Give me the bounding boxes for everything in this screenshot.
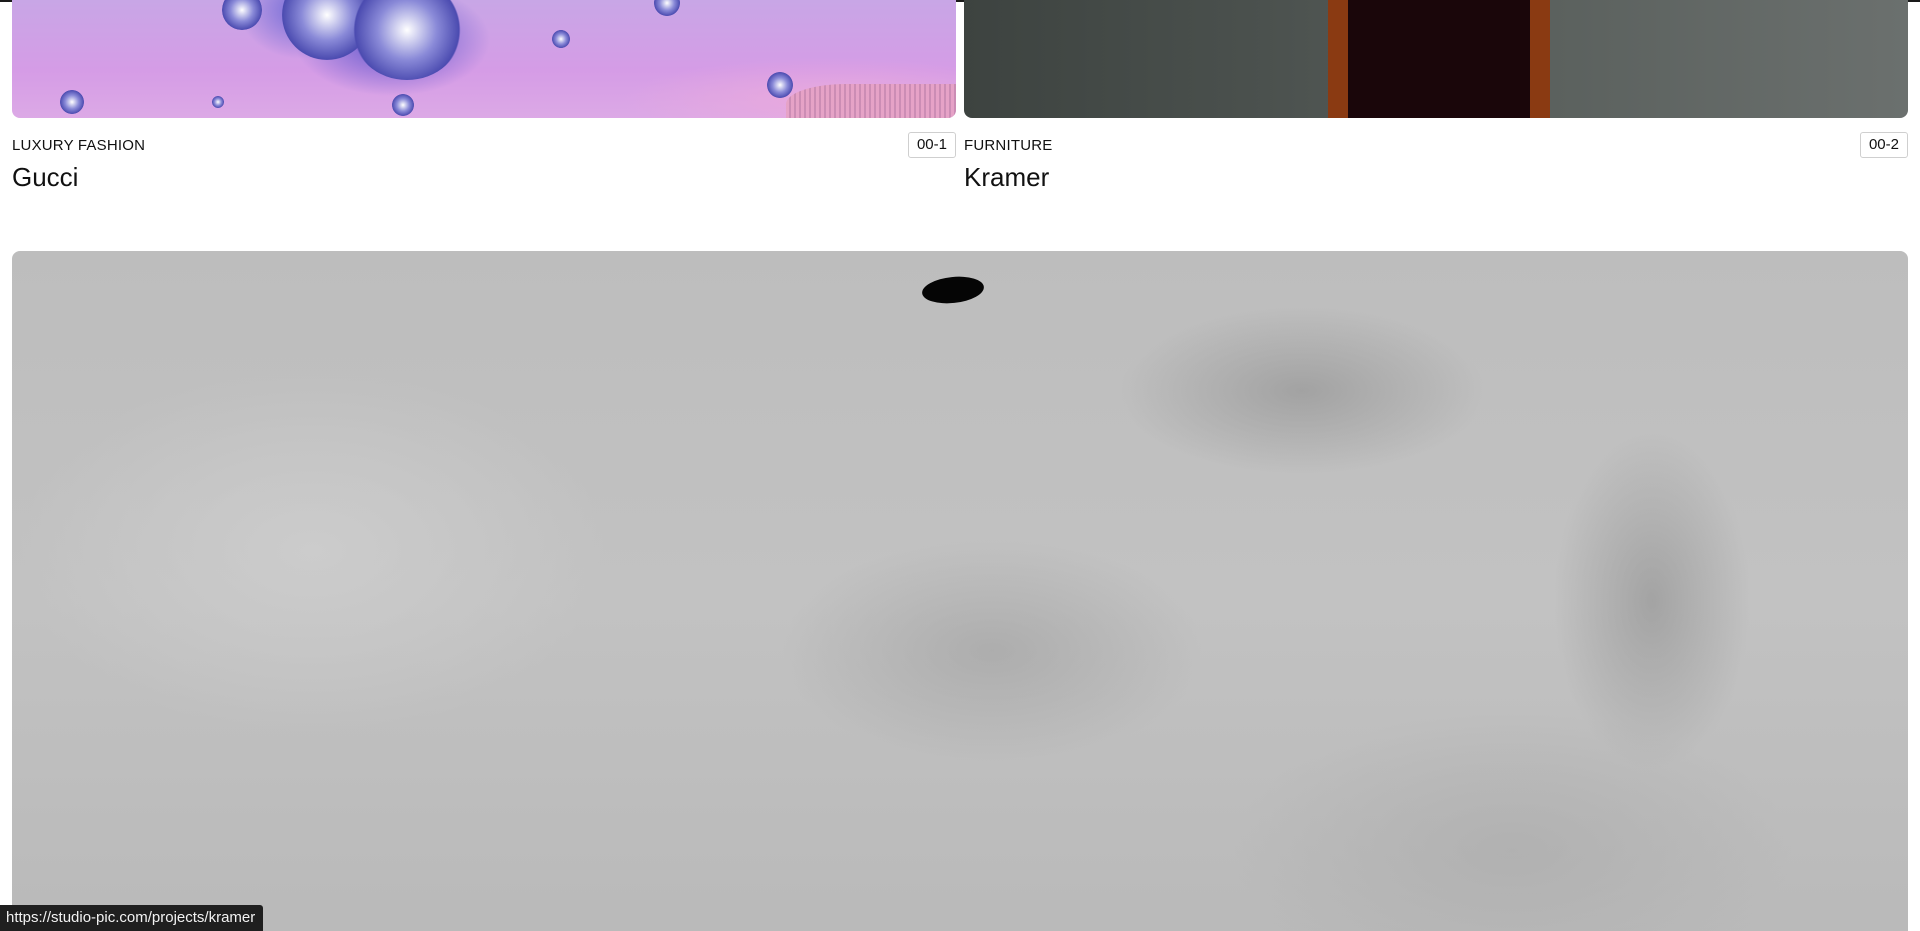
link-preview-status-bar: https://studio-pic.com/projects/kramer [0,905,264,931]
flower-decoration [654,0,680,16]
project-thumbnail-kramer[interactable] [964,0,1908,118]
project-card-kramer[interactable]: FURNITURE 00-2 Kramer [964,0,1908,193]
project-meta-row: LUXURY FASHION 00-1 [12,132,956,166]
doorway-decoration [1328,0,1550,118]
project-title[interactable]: Gucci [12,162,956,193]
flower-decoration [60,90,84,114]
flower-decoration [767,72,793,98]
project-index-badge: 00-1 [907,132,956,158]
flower-decoration [222,0,262,30]
project-category: LUXURY FASHION [12,137,146,154]
featured-project-image[interactable] [12,251,1908,931]
black-blob-decoration [920,273,986,307]
flower-decoration [552,30,570,48]
flower-decoration [392,94,414,116]
project-index-badge: 00-2 [1859,132,1908,158]
project-thumbnail-gucci[interactable] [12,0,956,118]
project-title[interactable]: Kramer [964,162,1908,193]
project-card-gucci[interactable]: LUXURY FASHION 00-1 Gucci [12,0,956,193]
reeds-decoration [786,84,956,118]
flower-decoration [212,96,224,108]
project-meta-row: FURNITURE 00-2 [964,132,1908,166]
page: LUXURY FASHION 00-1 Gucci FURNITURE 00-2… [0,0,1920,931]
project-category: FURNITURE [964,137,1053,154]
flower-decoration [352,0,462,80]
